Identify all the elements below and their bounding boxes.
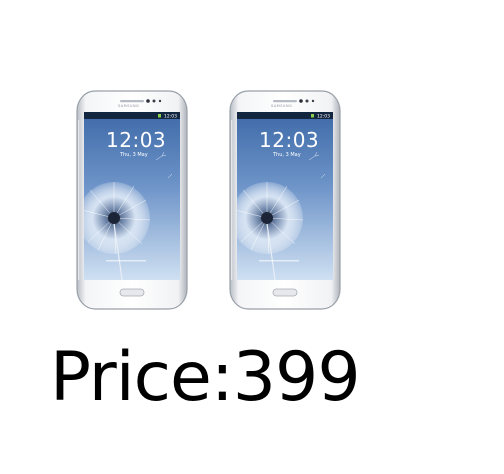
- status-time-left: 12:03: [164, 114, 177, 120]
- clock-left: 12:03: [106, 128, 166, 152]
- phone-image-left: SAMSUNG 12:03 12:03 Thu, 3 May: [76, 90, 188, 310]
- brand-mark-right: SAMSUNG: [271, 104, 292, 108]
- date-left: Thu, 3 May: [119, 152, 148, 158]
- phone-image-right: SAMSUNG 12:03 12:03 Thu, 3 May: [229, 90, 341, 310]
- clock-right: 12:03: [259, 128, 319, 152]
- price-label: Price:399: [50, 338, 361, 417]
- date-right: Thu, 3 May: [272, 152, 301, 158]
- brand-mark-left: SAMSUNG: [118, 104, 139, 108]
- status-time-right: 12:03: [317, 114, 330, 120]
